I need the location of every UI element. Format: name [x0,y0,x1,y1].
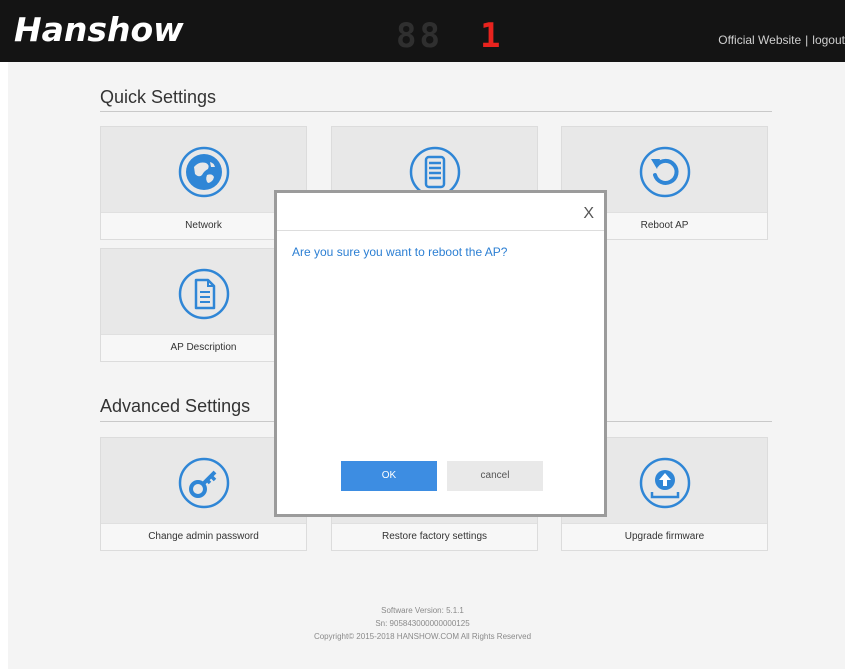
close-icon[interactable]: X [583,205,594,223]
official-website-link[interactable]: Official Website [718,33,801,47]
display-lit-digit: 1 [480,16,504,56]
copyright: Copyright© 2015-2018 HANSHOW.COM All Rig… [313,632,532,641]
logout-link[interactable]: logout [812,33,845,47]
link-separator: | [805,33,809,47]
change-admin-password-tile-label: Change admin password [101,523,306,550]
top-links: Official Website | logout [718,33,845,47]
serial-number: Sn: 905843000000000125 [375,619,470,628]
reboot-icon [639,146,690,198]
display-dim-digits: 88 [396,16,443,56]
upload-icon [639,457,690,509]
software-version: Software Version: 5.1.1 [381,606,464,615]
reboot-confirm-dialog: X Are you sure you want to reboot the AP… [274,190,607,517]
advanced-settings-title: Advanced Settings [100,396,251,416]
ok-button[interactable]: OK [341,461,437,491]
key-icon [178,457,229,509]
globe-icon [178,146,229,198]
dialog-message: Are you sure you want to reboot the AP? [292,245,508,259]
top-bar: Hanshow 88 1 Official Website | logout [0,0,845,62]
cancel-button[interactable]: cancel [447,461,543,491]
dialog-header-divider [277,230,604,231]
hanshow-logo: Hanshow [14,10,184,49]
quick-settings-divider [100,111,772,112]
upgrade-firmware-tile-label: Upgrade firmware [562,523,767,550]
quick-settings-title: Quick Settings [100,87,217,107]
restore-factory-settings-tile-label: Restore factory settings [332,523,537,550]
document-icon [178,268,229,320]
